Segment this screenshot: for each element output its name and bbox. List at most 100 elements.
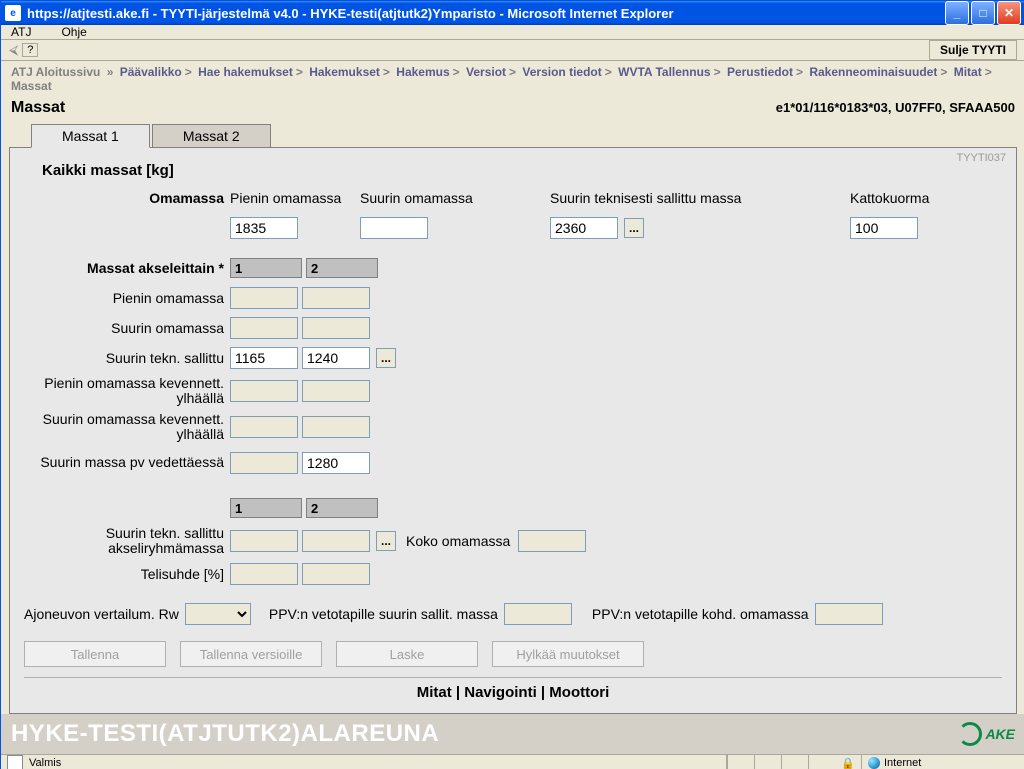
label-pienin-omamassa: Pienin omamassa [230,190,360,206]
crumb-current: Massat [11,79,52,93]
crumb-6[interactable]: Version tiedot [522,65,601,79]
status-ready: Valmis [29,757,61,769]
ie-icon: e [5,5,21,21]
group-col-1: 1 [230,498,302,518]
label-ppv2: PPV:n vetotapille kohd. omamassa [592,606,809,622]
axle-pienin-2[interactable] [302,287,370,309]
back-arrow-icon[interactable]: ⮘ [9,42,18,58]
panel-code: TYYTI037 [956,152,1006,164]
crumb-5[interactable]: Versiot [466,65,506,79]
titlebar: e https://atjtesti.ake.fi - TYYTI-järjes… [1,1,1024,25]
input-suurin-omamassa[interactable] [360,217,428,239]
save-button[interactable]: Tallenna [24,641,166,667]
input-ppv2[interactable] [815,603,883,625]
group-ryhma-1[interactable] [230,530,298,552]
input-kattokuorma[interactable] [850,217,918,239]
close-tyyti-button[interactable]: Sulje TYYTI [929,40,1017,60]
env-text: HYKE-TESTI(ATJTUTK2)ALAREUNA [11,720,439,748]
axle-label-pienin: Pienin omamassa [24,290,230,306]
input-suurin-tekn[interactable] [550,217,618,239]
axle-sk-2[interactable] [302,416,370,438]
input-ppv1[interactable] [504,603,572,625]
app-window: e https://atjtesti.ake.fi - TYYTI-järjes… [0,0,1024,769]
menu-ohje[interactable]: Ohje [61,25,86,39]
label-kattokuorma: Kattokuorma [850,190,929,206]
input-koko-omamassa[interactable] [518,530,586,552]
close-window-button[interactable]: ✕ [997,1,1021,25]
menu-atj[interactable]: ATJ [11,25,31,39]
status-zone: Internet [884,757,921,769]
crumb-10[interactable]: Mitat [954,65,982,79]
axle-pk-2[interactable] [302,380,370,402]
input-pienin-omamassa[interactable] [230,217,298,239]
statusbar: Valmis 🔒 Internet [1,754,1024,769]
axle-label-tekn: Suurin tekn. sallittu [24,350,230,366]
header-code: e1*01/116*0183*03, U07FF0, SFAAA500 [776,100,1015,115]
axle-tekn-2[interactable] [302,347,370,369]
crumb-4[interactable]: Hakemus [396,65,449,79]
crumb-0[interactable]: ATJ Aloitussivu [11,65,100,79]
axle-label-sk: Suurin omamassa kevennett. ylhäällä [24,412,230,443]
label-koko-omamassa: Koko omamassa [406,533,510,549]
axle-pv-1[interactable] [230,452,298,474]
axle-label-pk: Pienin omamassa kevennett. ylhäällä [24,376,230,407]
ellipsis-group-button[interactable]: ... [376,531,396,551]
maximize-button[interactable]: □ [971,1,995,25]
group-label-ryhma: Suurin tekn. sallittu akseliryhmämassa [24,526,230,557]
group-ryhma-2[interactable] [302,530,370,552]
select-rw[interactable] [185,603,251,625]
page-header: Massat e1*01/116*0183*03, U07FF0, SFAAA5… [1,97,1024,123]
ellipsis-tekn-button[interactable]: ... [624,218,644,238]
label-suurin-tekn: Suurin teknisesti sallittu massa [550,190,850,206]
label-omamassa: Omamassa [24,190,230,206]
crumb-1[interactable]: Päävalikko [120,65,182,79]
toolbar: ⮘ ? Sulje TYYTI [1,40,1024,61]
group-teli-2[interactable] [302,563,370,585]
ellipsis-axle-tekn-button[interactable]: ... [376,348,396,368]
group-col-2: 2 [306,498,378,518]
ake-swirl-icon [958,722,982,746]
main-panel: TYYTI037 Kaikki massat [kg] Omamassa Pie… [9,147,1017,714]
axle-label-suurin: Suurin omamassa [24,320,230,336]
env-footer: HYKE-TESTI(ATJTUTK2)ALAREUNA AKE [1,714,1024,754]
crumb-2[interactable]: Hae hakemukset [198,65,293,79]
axle-col-1: 1 [230,258,302,278]
window-title: https://atjtesti.ake.fi - TYYTI-järjeste… [27,6,674,21]
minimize-button[interactable]: _ [945,1,969,25]
label-massat-akseleittain: Massat akseleittain * [24,260,230,276]
axle-pv-2[interactable] [302,452,370,474]
page-title: Massat [11,99,65,117]
globe-icon [868,757,880,769]
label-ppv1: PPV:n vetotapille suurin sallit. massa [269,606,498,622]
nav-links[interactable]: Mitat | Navigointi | Moottori [24,680,1002,705]
page-icon [7,755,23,769]
menubar: ATJ Ohje [1,25,1024,40]
label-suurin-omamassa: Suurin omamassa [360,190,550,206]
axle-suurin-2[interactable] [302,317,370,339]
axle-col-2: 2 [306,258,378,278]
axle-pienin-1[interactable] [230,287,298,309]
crumb-3[interactable]: Hakemukset [309,65,380,79]
section-kaikki-massat: Kaikki massat [kg] [42,162,1002,179]
save-versions-button[interactable]: Tallenna versioille [180,641,322,667]
tab-massat1[interactable]: Massat 1 [31,124,150,148]
crumb-7[interactable]: WVTA Tallennus [618,65,710,79]
crumb-9[interactable]: Rakenneominaisuudet [809,65,937,79]
calc-button[interactable]: Laske [336,641,478,667]
breadcrumb: ATJ Aloitussivu » Päävalikko> Hae hakemu… [1,61,1024,97]
axle-pk-1[interactable] [230,380,298,402]
ake-logo: AKE [958,722,1015,746]
axle-label-pv: Suurin massa pv vedettäessä [24,455,230,470]
label-rw: Ajoneuvon vertailum. Rw [24,606,179,622]
crumb-8[interactable]: Perustiedot [727,65,793,79]
axle-suurin-1[interactable] [230,317,298,339]
reject-button[interactable]: Hylkää muutokset [492,641,644,667]
group-teli-1[interactable] [230,563,298,585]
lock-icon: 🔒 [841,757,855,769]
tab-strip: Massat 1 Massat 2 [1,123,1024,147]
tab-massat2[interactable]: Massat 2 [152,124,271,148]
axle-sk-1[interactable] [230,416,298,438]
group-label-teli: Telisuhde [%] [24,566,230,582]
help-button[interactable]: ? [22,43,38,57]
axle-tekn-1[interactable] [230,347,298,369]
